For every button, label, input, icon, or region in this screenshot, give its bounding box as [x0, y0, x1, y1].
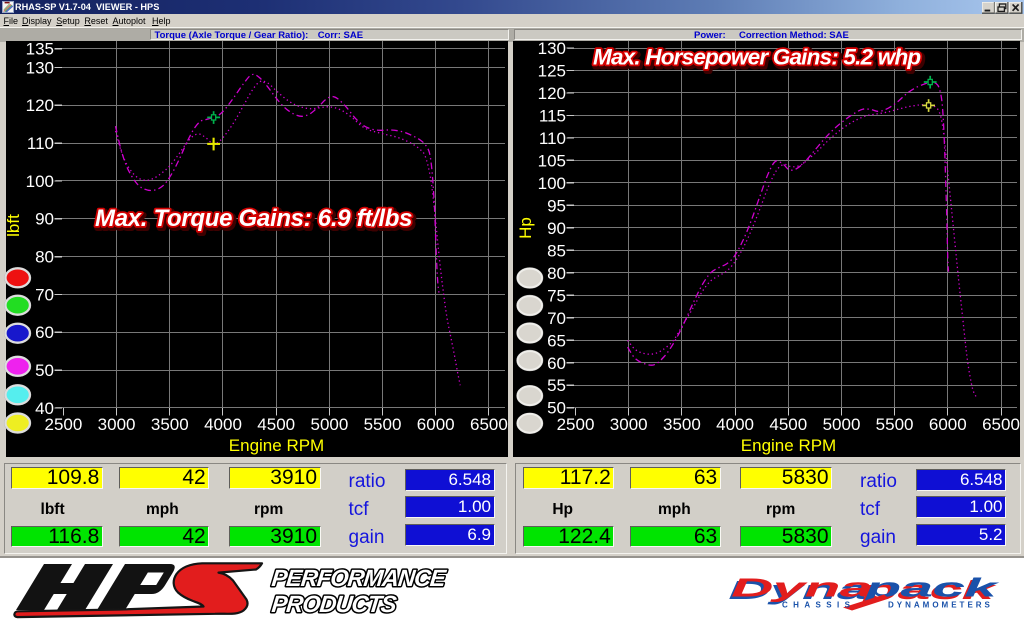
svg-text:Dyna: Dyna [731, 573, 872, 602]
svg-text:PRODUCTS: PRODUCTS [270, 591, 398, 617]
svg-text:CHASSIS: CHASSIS [782, 601, 855, 610]
svg-text:PERFORMANCE: PERFORMANCE [270, 565, 448, 591]
svg-text:DYNAMOMETERS: DYNAMOMETERS [888, 601, 993, 610]
